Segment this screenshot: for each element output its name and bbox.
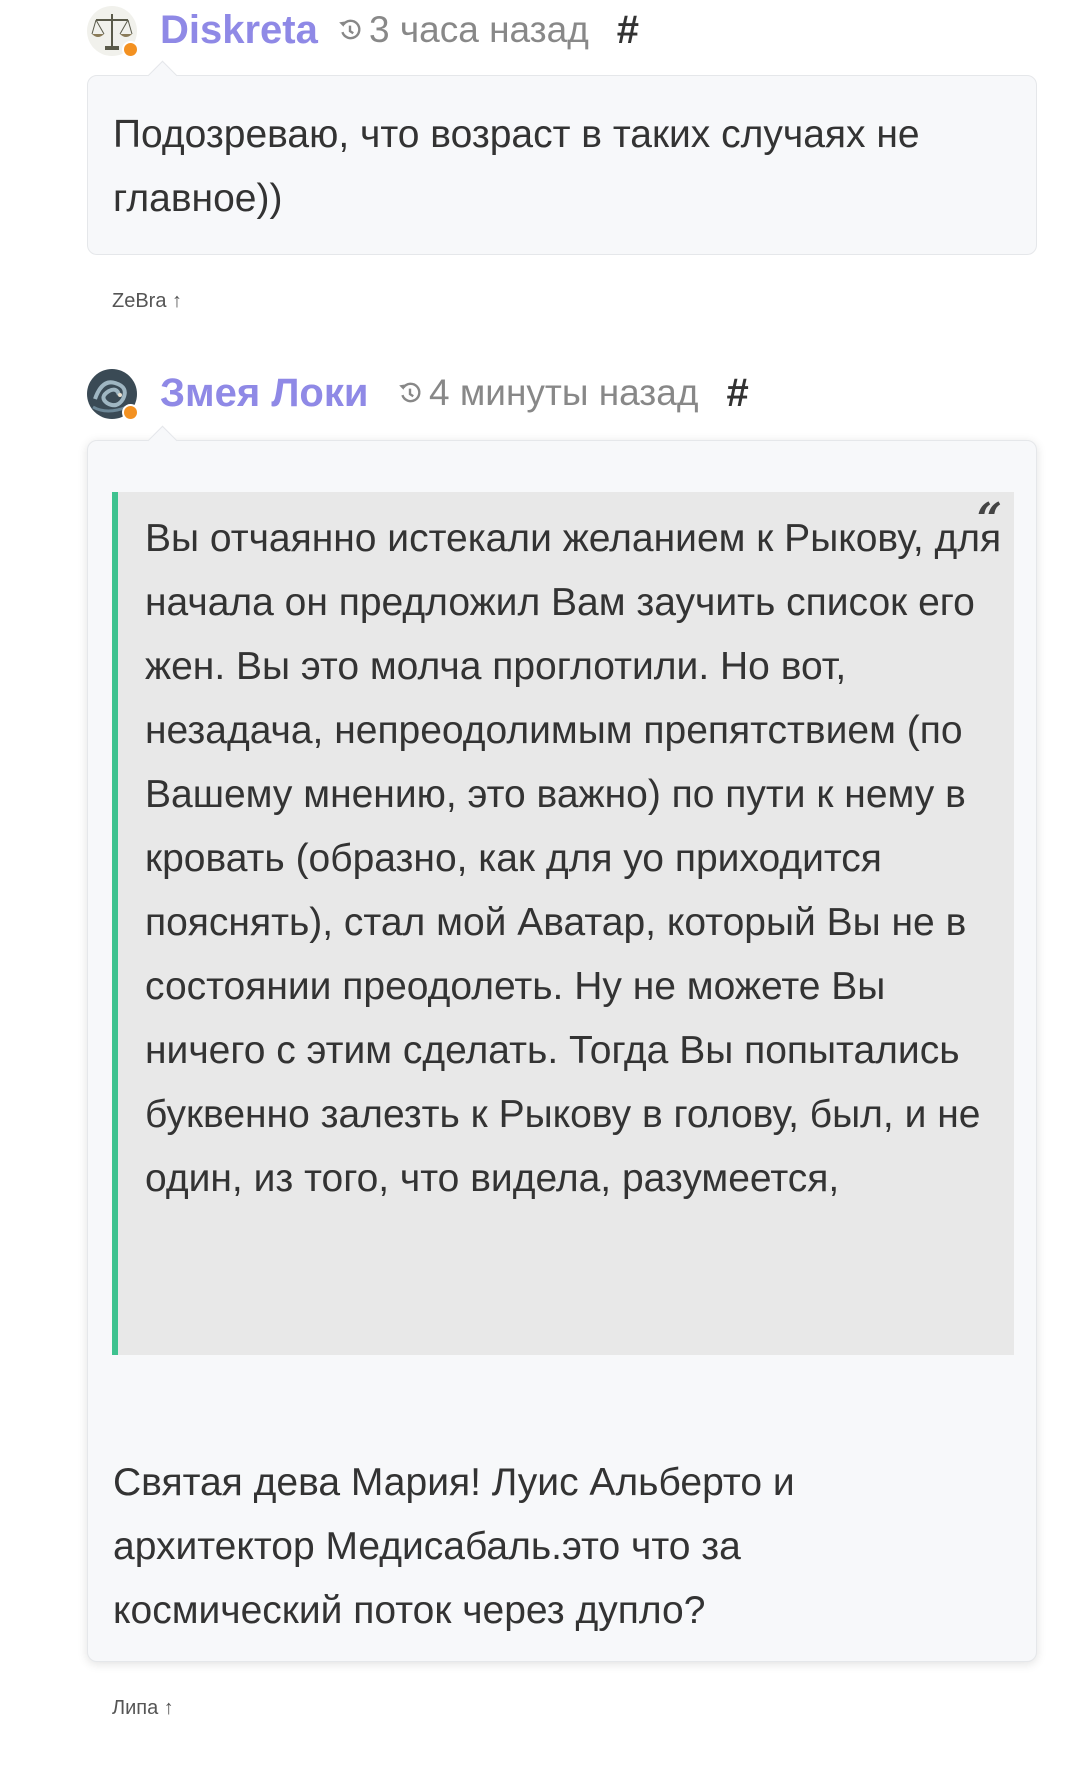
blockquote: “ Вы отчаянно истекали желанием к Рыкову…	[112, 492, 1014, 1355]
online-status-dot	[122, 404, 139, 421]
reply-to-link[interactable]: Липа ↑	[112, 1697, 174, 1720]
quote-text: Вы отчаянно истекали желанием к Рыкову, …	[145, 517, 1002, 1200]
comment-body: Подозреваю, что возраст в таких случаях …	[87, 60, 1037, 255]
history-icon	[339, 19, 361, 40]
avatar[interactable]	[87, 6, 139, 58]
permalink-hash[interactable]: #	[617, 8, 639, 53]
comment-time[interactable]: 4 минуты назад	[429, 372, 698, 414]
comment-text: Святая дева Мария! Луис Альберто и архит…	[113, 1461, 795, 1632]
author-name[interactable]: Diskreta	[160, 0, 318, 60]
online-status-dot	[122, 41, 139, 58]
comment-text: Подозреваю, что возраст в таких случаях …	[113, 113, 920, 220]
comment-time[interactable]: 3 часа назад	[369, 9, 589, 51]
author-name[interactable]: Змея Локи	[160, 363, 368, 423]
permalink-hash[interactable]: #	[726, 371, 748, 416]
comment-meta: 4 минуты назад #	[397, 363, 749, 423]
comment-body: “ Вы отчаянно истекали желанием к Рыкову…	[87, 425, 1037, 1662]
reply-to-link[interactable]: ZeBra ↑	[112, 290, 182, 313]
history-icon	[399, 382, 421, 403]
comment-meta: 3 часа назад #	[337, 0, 639, 60]
card-pointer	[147, 60, 178, 91]
card-pointer	[147, 425, 178, 456]
avatar[interactable]	[87, 369, 139, 421]
